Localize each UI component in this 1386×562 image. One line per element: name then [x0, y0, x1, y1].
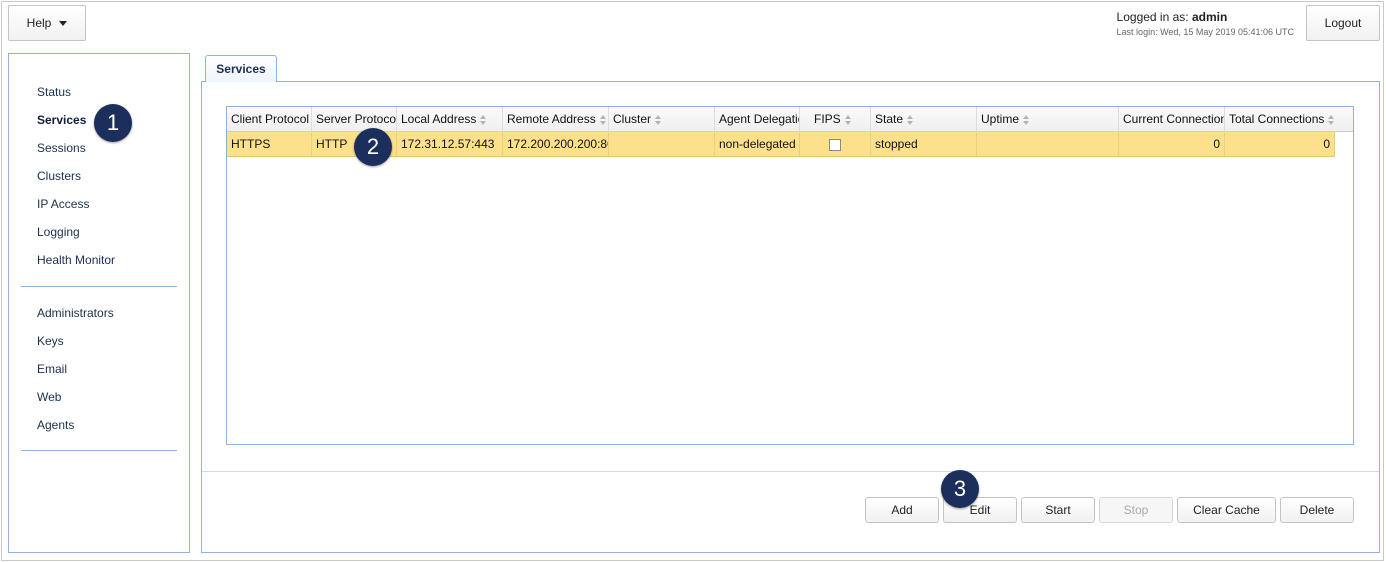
- cell-cluster: [609, 132, 715, 156]
- callout-badge-2: 2: [354, 128, 392, 166]
- sidebar-item-logging[interactable]: Logging: [37, 225, 80, 239]
- table-row[interactable]: HTTPS HTTP 172.31.12.57:443 172.200.200.…: [227, 132, 1335, 157]
- cell-fips: [800, 132, 871, 156]
- tab-services[interactable]: Services: [205, 55, 277, 82]
- sidebar-item-clusters[interactable]: Clusters: [37, 169, 81, 183]
- caret-down-icon: [59, 20, 68, 26]
- column-header-client-protocol[interactable]: Client Protocol: [227, 107, 312, 132]
- column-header-fips[interactable]: FIPS: [800, 107, 871, 132]
- sidebar-item-web[interactable]: Web: [37, 390, 61, 404]
- sort-icon: [1023, 114, 1030, 125]
- column-header-server-protocol[interactable]: Server Protocol: [312, 107, 397, 132]
- cell-uptime: [977, 132, 1119, 156]
- cell-client-protocol: HTTPS: [227, 132, 312, 156]
- help-label: Help: [26, 16, 52, 30]
- sidebar-item-services[interactable]: Services: [37, 113, 86, 127]
- sort-icon: [599, 114, 607, 125]
- cell-total-connections: 0: [1225, 132, 1335, 156]
- table-header: Client Protocol Server Protocol Local Ad…: [227, 107, 1353, 132]
- sidebar-item-sessions[interactable]: Sessions: [37, 141, 86, 155]
- column-header-total-connections[interactable]: Total Connections: [1225, 107, 1353, 132]
- column-header-cluster[interactable]: Cluster: [609, 107, 715, 132]
- column-header-remote-address[interactable]: Remote Address: [503, 107, 609, 132]
- username: admin: [1191, 10, 1228, 24]
- sidebar-divider: [21, 286, 177, 287]
- sidebar-item-email[interactable]: Email: [37, 362, 67, 376]
- sidebar-item-agents[interactable]: Agents: [37, 418, 74, 432]
- sort-icon: [907, 114, 914, 125]
- column-header-local-address[interactable]: Local Address: [397, 107, 503, 132]
- sidebar-item-health-monitor[interactable]: Health Monitor: [37, 253, 115, 267]
- logged-in-prefix: Logged in as:: [1116, 10, 1189, 24]
- sort-icon: [1328, 114, 1335, 125]
- sidebar-item-administrators[interactable]: Administrators: [37, 306, 114, 320]
- delete-button[interactable]: Delete: [1280, 497, 1354, 523]
- column-header-current-connections[interactable]: Current Connections: [1119, 107, 1225, 132]
- logged-in-line: Logged in as: admin: [1117, 10, 1294, 24]
- add-button[interactable]: Add: [865, 497, 939, 523]
- column-header-state[interactable]: State: [871, 107, 977, 132]
- help-menu-button[interactable]: Help: [8, 5, 86, 41]
- cell-agent-delegation: non-delegated: [715, 132, 800, 156]
- start-button[interactable]: Start: [1021, 497, 1095, 523]
- login-info: Logged in as: admin Last login: Wed, 15 …: [1117, 10, 1294, 37]
- sort-icon: [844, 114, 852, 125]
- cell-state: stopped: [871, 132, 977, 156]
- sort-icon: [655, 114, 662, 125]
- sidebar-item-keys[interactable]: Keys: [37, 334, 64, 348]
- callout-badge-3: 3: [941, 470, 979, 508]
- sidebar-item-status[interactable]: Status: [37, 85, 71, 99]
- column-header-agent-delegation[interactable]: Agent Delegation: [715, 107, 800, 132]
- cell-local-address: 172.31.12.57:443: [397, 132, 503, 156]
- sidebar-divider: [21, 450, 177, 451]
- callout-badge-1: 1: [94, 104, 132, 142]
- clear-cache-button[interactable]: Clear Cache: [1177, 497, 1276, 523]
- last-login: Last login: Wed, 15 May 2019 05:41:06 UT…: [1116, 27, 1294, 37]
- stop-button[interactable]: Stop: [1099, 497, 1173, 523]
- sidebar-item-ip-access[interactable]: IP Access: [37, 197, 89, 211]
- fips-checkbox[interactable]: [829, 138, 841, 151]
- logout-button[interactable]: Logout: [1306, 5, 1380, 41]
- column-header-uptime[interactable]: Uptime: [977, 107, 1119, 132]
- cell-remote-address: 172.200.200.200:80: [503, 132, 609, 156]
- cell-current-connections: 0: [1119, 132, 1225, 156]
- sort-icon: [480, 114, 487, 125]
- services-table: Client Protocol Server Protocol Local Ad…: [226, 106, 1354, 445]
- action-bar-divider: [202, 471, 1379, 472]
